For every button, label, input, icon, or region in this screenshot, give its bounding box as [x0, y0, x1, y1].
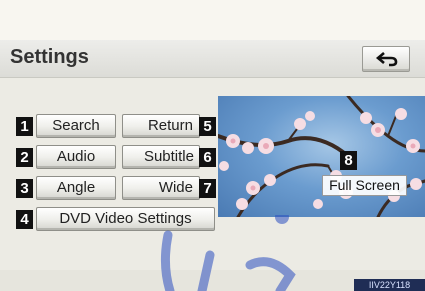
- callout-4: 4: [16, 210, 33, 229]
- return-button[interactable]: Return: [122, 114, 200, 138]
- callout-7: 7: [199, 179, 216, 198]
- audio-button[interactable]: Audio: [36, 145, 116, 169]
- return-arrow-icon: [375, 52, 398, 67]
- callout-6: 6: [199, 148, 216, 167]
- figure-code: IIV22Y118: [354, 279, 425, 291]
- callout-3: 3: [16, 179, 33, 198]
- callout-2: 2: [16, 148, 33, 167]
- video-preview[interactable]: [218, 96, 425, 217]
- settings-screen: Settings 1 Search 2 Audio 3 Angle 4 DVD …: [0, 0, 425, 291]
- back-button[interactable]: [362, 46, 410, 72]
- callout-5: 5: [199, 117, 216, 136]
- angle-button[interactable]: Angle: [36, 176, 116, 200]
- wide-button[interactable]: Wide: [122, 176, 200, 200]
- callout-8: 8: [340, 151, 357, 170]
- cherry-blossom-image: [218, 96, 425, 217]
- callout-1: 1: [16, 117, 33, 136]
- page-title: Settings: [10, 46, 89, 68]
- search-button[interactable]: Search: [36, 114, 116, 138]
- dvd-video-settings-button[interactable]: DVD Video Settings: [36, 207, 215, 231]
- subtitle-button[interactable]: Subtitle: [122, 145, 200, 169]
- full-screen-button[interactable]: Full Screen: [322, 175, 407, 196]
